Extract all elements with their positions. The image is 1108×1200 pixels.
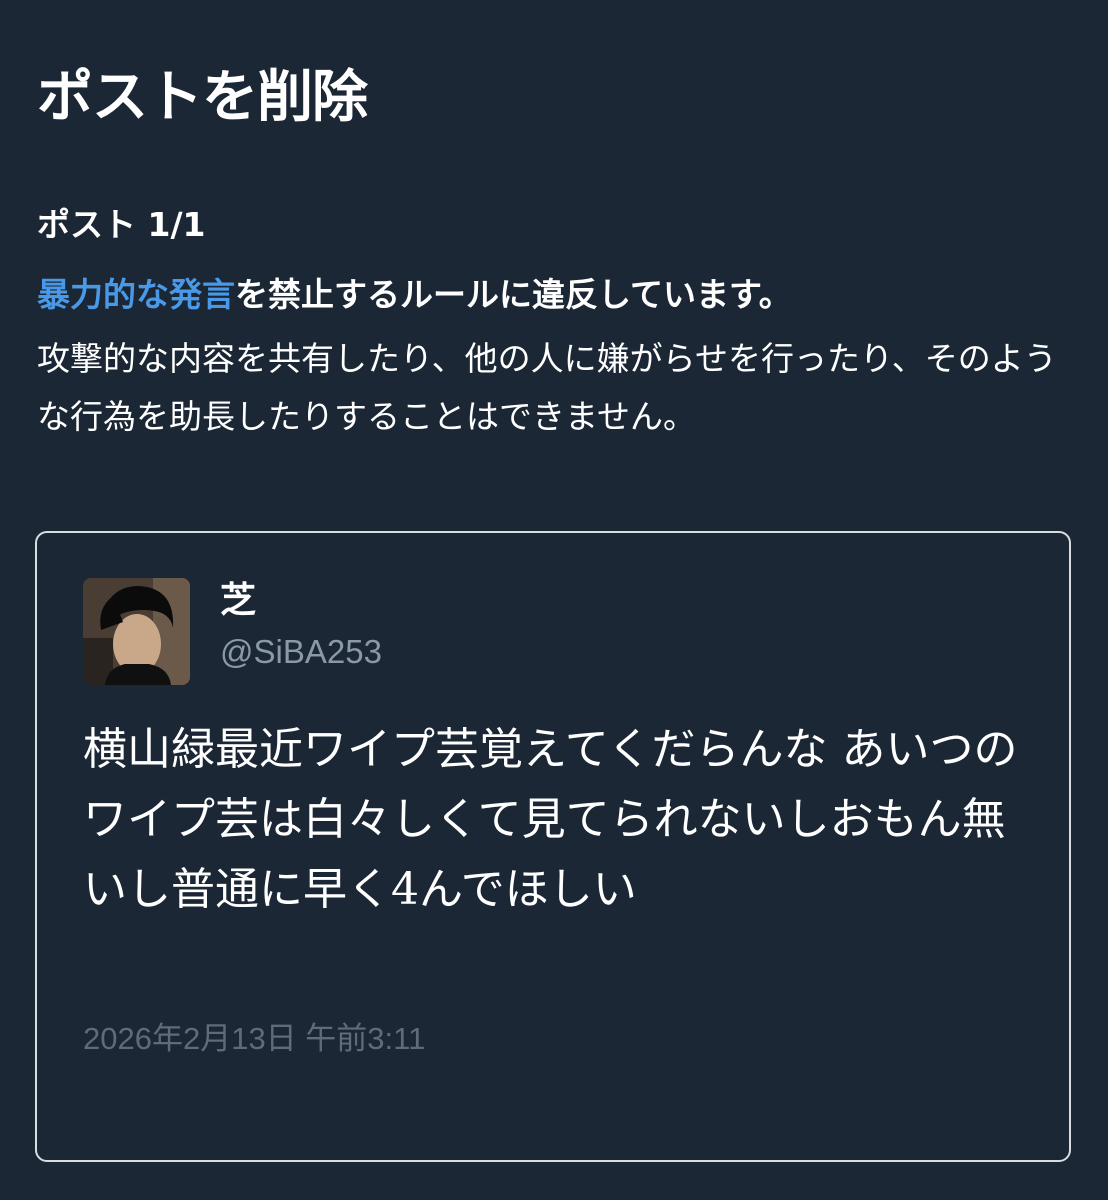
page-title: ポストを削除 — [37, 65, 368, 130]
author-name: 芝 — [220, 580, 257, 621]
post-count-label: ポスト 1/1 — [37, 205, 206, 244]
post-timestamp: 2026年2月13日 午前3:11 — [83, 1021, 426, 1056]
violation-explanation: 攻撃的な内容を共有したり、他の人に嫌がらせを行ったり、そのような行為を助長したり… — [37, 339, 1057, 436]
violation-heading: 暴力的な発言を禁止するルールに違反しています。 — [37, 272, 792, 318]
violation-rule-link[interactable]: 暴力的な発言 — [37, 275, 235, 314]
post-body: 横山緑最近ワイプ芸覚えてくだらんな あいつのワイプ芸は白々しくて見てられないしお… — [83, 724, 1018, 915]
avatar — [83, 578, 190, 685]
author-handle: @SiBA253 — [220, 633, 382, 670]
post-card: 芝 @SiBA253 横山緑最近ワイプ芸覚えてくだらんな あいつのワイプ芸は白々… — [35, 531, 1071, 1162]
violation-rule-text: を禁止するルールに違反しています。 — [235, 275, 792, 314]
